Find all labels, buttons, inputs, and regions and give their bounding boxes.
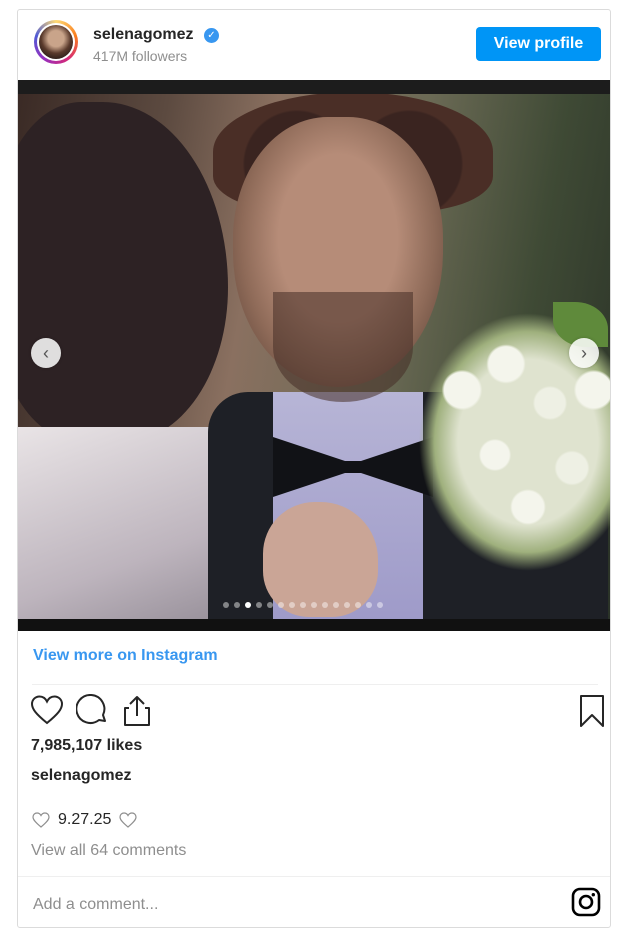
heart-outline-icon <box>32 812 50 828</box>
carousel-dot <box>300 602 306 608</box>
divider <box>18 876 610 877</box>
verified-badge-icon: ✓ <box>204 28 219 43</box>
carousel-dot <box>256 602 262 608</box>
like-count: 7,985,107 likes <box>31 737 143 754</box>
instagram-logo-icon[interactable] <box>571 887 601 917</box>
avatar-ring <box>37 23 75 61</box>
carousel-dot <box>223 602 229 608</box>
share-icon[interactable] <box>120 694 154 728</box>
post-media[interactable]: ‹ › <box>18 80 610 631</box>
carousel-dot <box>289 602 295 608</box>
avatar[interactable] <box>34 20 78 64</box>
carousel-dot <box>267 602 273 608</box>
follower-count: 417M followers <box>93 48 188 64</box>
avatar-photo <box>39 25 73 59</box>
post-photo <box>18 92 610 631</box>
username[interactable]: selenagomez <box>93 26 193 44</box>
caption-username[interactable]: selenagomez <box>31 767 131 785</box>
carousel-dot <box>278 602 284 608</box>
caption-text: 9.27.25 <box>32 811 137 829</box>
carousel-indicator <box>223 602 383 610</box>
add-comment-input[interactable] <box>31 892 555 918</box>
carousel-dot <box>245 602 251 608</box>
chevron-left-icon[interactable]: ‹ <box>31 338 61 368</box>
caption-date: 9.27.25 <box>58 811 112 828</box>
carousel-dot <box>234 602 240 608</box>
view-all-comments-link[interactable]: View all 64 comments <box>31 842 186 860</box>
heart-outline-icon <box>119 812 137 828</box>
post-header: selenagomez ✓ 417M followers View profil… <box>18 10 610 80</box>
carousel-dot <box>377 602 383 608</box>
view-profile-button[interactable]: View profile <box>476 27 601 61</box>
carousel-dot <box>333 602 339 608</box>
carousel-dot <box>344 602 350 608</box>
bookmark-icon[interactable] <box>575 694 609 728</box>
instagram-embed-card: selenagomez ✓ 417M followers View profil… <box>17 9 611 928</box>
divider <box>32 684 598 685</box>
carousel-dot <box>366 602 372 608</box>
chevron-right-icon[interactable]: › <box>569 338 599 368</box>
carousel-dot <box>322 602 328 608</box>
comment-icon[interactable] <box>75 694 110 728</box>
carousel-dot <box>355 602 361 608</box>
view-more-on-instagram-link[interactable]: View more on Instagram <box>33 647 218 665</box>
carousel-dot <box>311 602 317 608</box>
heart-icon[interactable] <box>30 694 64 728</box>
